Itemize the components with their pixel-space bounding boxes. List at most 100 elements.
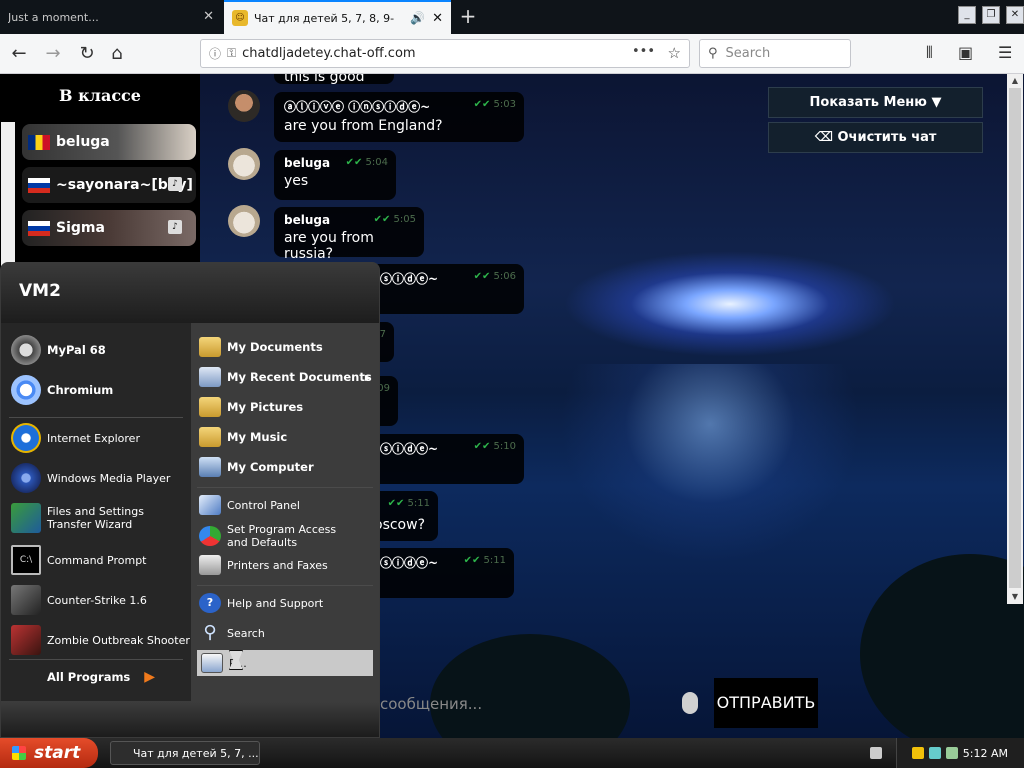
home-icon[interactable]: ⌂: [104, 41, 130, 67]
program-zombie-shooter[interactable]: Zombie Outbreak Shooter: [11, 625, 190, 655]
search-input[interactable]: ⚲ Search: [699, 39, 851, 68]
speaker-icon[interactable]: 🔊: [410, 11, 425, 25]
program-label: Command Prompt: [47, 553, 147, 567]
avatar[interactable]: [228, 205, 260, 237]
pictures-folder-icon: [199, 397, 221, 417]
run-item[interactable]: R...: [197, 650, 373, 676]
tab-just-a-moment[interactable]: Just a moment... ✕: [0, 0, 222, 34]
close-window-icon[interactable]: ✕: [1006, 6, 1024, 24]
recent-docs-icon: [199, 367, 221, 387]
show-menu-button[interactable]: Показать Меню ▼: [768, 87, 983, 118]
keyboard-icon[interactable]: [870, 747, 882, 759]
forward-arrow-icon[interactable]: →: [40, 41, 66, 67]
volume-icon[interactable]: [945, 747, 958, 759]
read-check-icon: ✔✔: [473, 441, 491, 452]
back-arrow-icon[interactable]: ←: [6, 41, 32, 67]
place-my-pictures[interactable]: My Pictures: [199, 397, 303, 417]
mypal-icon: [11, 335, 41, 365]
close-icon[interactable]: ✕: [203, 9, 214, 24]
help-label: Search: [227, 626, 265, 640]
taskbar-item-browser[interactable]: Чат для детей 5, 7, ...: [110, 741, 260, 765]
hamburger-menu-icon[interactable]: ☰: [998, 43, 1012, 62]
program-internet-explorer[interactable]: Internet Explorer: [11, 423, 140, 453]
scroll-thumb[interactable]: [1009, 88, 1021, 588]
program-command-prompt[interactable]: C:\ Command Prompt: [11, 545, 147, 575]
info-icon[interactable]: ⓘ: [209, 45, 221, 62]
message-text: oscow?: [374, 517, 426, 533]
program-mypal[interactable]: MyPal 68: [11, 335, 106, 365]
message-input[interactable]: сообщения...: [380, 680, 710, 728]
place-recent-documents[interactable]: My Recent Documents ▶: [199, 367, 375, 387]
chromium-icon: [11, 375, 41, 405]
reload-icon[interactable]: ↻: [74, 41, 100, 67]
close-icon[interactable]: ✕: [432, 11, 443, 26]
clear-chat-button[interactable]: ⌫ Очистить чат: [768, 122, 983, 153]
program-label: Chromium: [47, 383, 114, 397]
avatar[interactable]: [228, 148, 260, 180]
page-scrollbar[interactable]: ▲ ▼: [1007, 74, 1023, 604]
system-tray: 5:12 AM: [896, 738, 1024, 768]
bookmark-star-icon[interactable]: ☆: [668, 44, 681, 62]
minimize-icon[interactable]: _: [958, 6, 976, 24]
scroll-down-arrow-icon[interactable]: ▼: [1007, 590, 1023, 604]
settings-program-access[interactable]: Set Program Access and Defaults: [199, 523, 359, 549]
user-beluga[interactable]: beluga: [22, 124, 196, 160]
settings-printers[interactable]: Printers and Faxes: [199, 555, 328, 575]
search-placeholder: Search: [725, 46, 771, 61]
submenu-arrow-icon: ▶: [364, 372, 371, 382]
address-bar[interactable]: ⓘ ⚿ chatdljadetey.chat-off.com ••• ☆: [200, 39, 690, 68]
place-label: My Pictures: [227, 400, 304, 414]
settings-control-panel[interactable]: Control Panel: [199, 495, 300, 515]
avatar[interactable]: [228, 90, 260, 122]
message-time-value: 5:05: [393, 214, 416, 225]
search-icon: ⚲: [203, 622, 217, 643]
search-item[interactable]: ⚲ Search: [199, 622, 265, 643]
clear-chat-label: Очистить чат: [837, 130, 937, 145]
read-check-icon: ✔✔: [373, 214, 391, 225]
user-sigma[interactable]: Sigma ♪: [22, 210, 196, 246]
read-check-icon: ✔✔: [473, 99, 491, 110]
message-time: 7: [379, 329, 386, 340]
program-chromium[interactable]: Chromium: [11, 375, 113, 405]
insecure-lock-icon[interactable]: ⚿: [227, 46, 236, 61]
send-button[interactable]: ОТПРАВИТЬ: [714, 678, 818, 728]
all-programs-label: All Programs: [47, 670, 131, 684]
user-sayonara[interactable]: ~sayonara~[boy] ♪: [22, 167, 196, 203]
tab-chat[interactable]: ☺ Чат для детей 5, 7, 8, 9-10, 1 🔊 ✕: [224, 0, 451, 34]
place-label: My Computer: [227, 460, 314, 474]
program-media-player[interactable]: Windows Media Player: [11, 463, 170, 493]
browser-navbar: ← → ↻ ⌂ ⓘ ⚿ chatdljadetey.chat-off.com •…: [0, 34, 1024, 74]
site-favicon-icon: ☺: [232, 10, 248, 26]
microphone-icon[interactable]: [682, 692, 698, 714]
place-my-music[interactable]: My Music: [199, 427, 287, 447]
page-actions-icon[interactable]: •••: [632, 44, 655, 59]
read-check-icon: ✔✔: [463, 555, 481, 566]
message-text: are you from russia?: [284, 230, 374, 262]
program-counter-strike[interactable]: Counter-Strike 1.6: [11, 585, 147, 615]
clock[interactable]: 5:12 AM: [963, 747, 1008, 760]
maximize-icon[interactable]: ❐: [982, 6, 1000, 24]
help-and-support[interactable]: ? Help and Support: [199, 593, 323, 613]
divider: [197, 585, 373, 586]
network-icon[interactable]: [928, 747, 941, 759]
message-text: yes: [284, 173, 309, 189]
user-name: beluga: [56, 134, 110, 150]
settings-label: Control Panel: [227, 498, 300, 512]
divider: [197, 487, 373, 488]
library-icon[interactable]: ⫴: [926, 43, 933, 63]
start-button[interactable]: start: [0, 738, 98, 768]
scroll-up-arrow-icon[interactable]: ▲: [1007, 74, 1023, 88]
program-access-icon: [199, 526, 221, 546]
divider: [9, 659, 183, 660]
security-shield-icon[interactable]: [911, 747, 924, 759]
message-time: ✔✔ 5:10: [474, 441, 516, 452]
flag-romania-icon: [28, 134, 50, 150]
sidebar-toggle-icon[interactable]: ▣: [958, 43, 973, 62]
place-my-computer[interactable]: My Computer: [199, 457, 314, 477]
place-my-documents[interactable]: My Documents: [199, 337, 323, 357]
tab-label: Чат для детей 5, 7, 8, 9-10, 1: [254, 11, 394, 25]
new-tab-icon[interactable]: +: [456, 4, 480, 28]
palm-foliage: [860, 554, 1024, 738]
program-transfer-wizard[interactable]: Files and Settings Transfer Wizard: [11, 503, 187, 533]
all-programs-button[interactable]: All Programs ▶: [47, 669, 155, 685]
